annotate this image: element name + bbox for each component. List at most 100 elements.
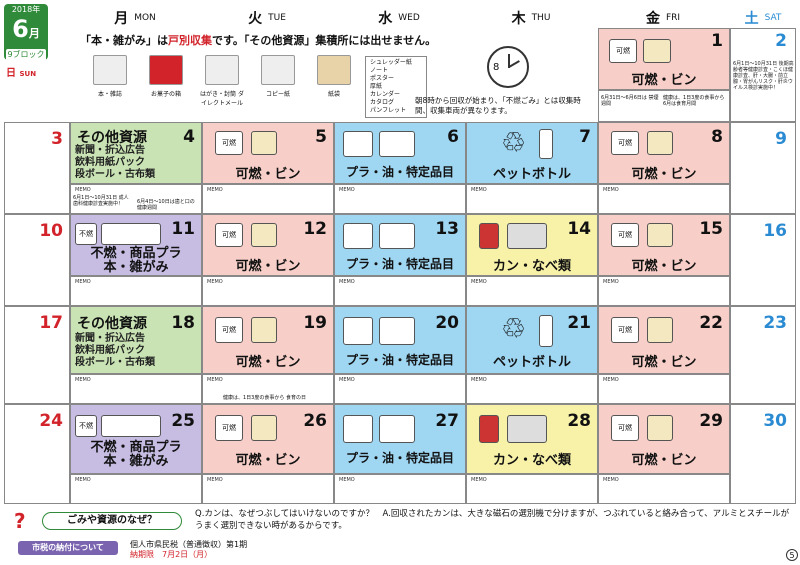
memo-day-12: MEMO — [202, 276, 334, 306]
memo-day-21: MEMO — [466, 374, 598, 404]
burnable-bag-icon: 可燃 — [611, 317, 639, 343]
bottle-icon — [647, 415, 673, 441]
cell-day-15[interactable]: 可燃 15 可燃・ビン — [598, 214, 730, 276]
memo-day-25: MEMO — [70, 474, 202, 504]
paper-items: 本・雑誌 お菓子の箱 はがき・封筒 ダイレクトメール コピー紙 紙袋 — [86, 55, 358, 107]
cell-day-30[interactable]: 30 — [730, 404, 796, 504]
text-label: 6月4日～10日は歯と口の健康週間 — [137, 199, 195, 211]
cell-day-22[interactable]: 可燃 22 可燃・ビン — [598, 306, 730, 374]
text-label: 6 — [12, 15, 29, 43]
text-label: MEMO — [471, 187, 487, 193]
text-label: MEMO — [471, 279, 487, 285]
cell-day-11[interactable]: 不燃 11 不燃・商品プラ 本・雑がみ — [70, 214, 202, 276]
pet-bottle-icon — [539, 315, 553, 347]
paper-icon — [261, 55, 295, 85]
text-label: 可燃・ビン — [235, 167, 301, 182]
text-label: シュレッダー紙 — [370, 59, 412, 66]
text-label: 6 — [447, 127, 459, 147]
burnable-bag-icon: 可燃 — [609, 39, 637, 63]
cell-day-2[interactable]: 2 6月1日～10月31日 後期高齢者等健康診査・こくほ健康診査、肝・大腸・前立… — [730, 28, 796, 122]
recycle-icon: ♲ — [501, 312, 527, 345]
cell-day-1[interactable]: 1 可燃 可燃・ビン — [598, 28, 730, 90]
cell-day-18[interactable]: その他資源 18 新聞・折込広告 飲料用紙パック 段ボール・古布類 — [70, 306, 202, 374]
cell-day-7[interactable]: ♲ 7 ペットボトル — [466, 122, 598, 184]
text-label: 可燃・ビン — [631, 453, 697, 468]
cell-day-4[interactable]: その他資源 4 新聞・折込広告 飲料用紙パック 段ボール・古布類 — [70, 122, 202, 184]
text-label: 24 — [39, 411, 63, 431]
text-label: 飲料用紙パック — [75, 157, 145, 168]
burnable-bag-icon: 可燃 — [611, 415, 639, 441]
text-label: 本・雑誌 — [97, 91, 122, 98]
text-label: 20 — [435, 313, 459, 333]
text-label: ペットボトル — [492, 355, 571, 370]
text-label: TUE — [268, 13, 286, 23]
text-label: 14 — [567, 219, 591, 239]
text-label: 4 — [183, 127, 195, 147]
cell-day-29[interactable]: 可燃 29 可燃・ビン — [598, 404, 730, 474]
text-label: 不燃・商品プラ — [90, 440, 182, 455]
text-label: 21 — [567, 313, 591, 333]
can-icon — [479, 415, 499, 443]
oil-spray-icon — [379, 317, 415, 345]
text-label: THU — [531, 13, 551, 23]
cell-day-27[interactable]: 27 プラ・油・特定品目 — [334, 404, 466, 474]
text-label: 29 — [699, 411, 723, 431]
text-label: 19 — [303, 313, 327, 333]
text-label: 新聞・折込広告 — [75, 333, 145, 344]
text-label: 日 — [6, 68, 16, 79]
text-label: 26 — [303, 411, 327, 431]
text-label: SAT — [764, 13, 782, 23]
text-label: 5 — [315, 127, 327, 147]
text-label: 8 — [711, 127, 723, 147]
cell-day-23[interactable]: 23 — [730, 306, 796, 404]
cell-day-8[interactable]: 可燃 8 可燃・ビン — [598, 122, 730, 184]
text-label: WED — [398, 13, 420, 23]
text-label: 不燃・商品プラ — [90, 246, 182, 261]
cell-day-21[interactable]: ♲ 21 ペットボトル — [466, 306, 598, 374]
text-label: MEMO — [339, 377, 355, 383]
burnable-bag-icon: 可燃 — [215, 223, 243, 247]
text-label: 木 — [511, 11, 526, 27]
cell-day-12[interactable]: 可燃 12 可燃・ビン — [202, 214, 334, 276]
cell-day-9[interactable]: 9 — [730, 122, 796, 214]
cell-day-19[interactable]: 可燃 19 可燃・ビン — [202, 306, 334, 374]
notice-text: 「本・雑がみ」は戸別収集です。「その他資源」集積所には出せません。 — [80, 32, 500, 48]
cell-day-25[interactable]: 不燃 25 不燃・商品プラ 本・雑がみ — [70, 404, 202, 474]
month-badge: 2018年 6月 9ブロック — [4, 4, 48, 61]
memo-day-15: MEMO — [598, 276, 730, 306]
text-label: 28 — [567, 411, 591, 431]
cell-day-3[interactable]: 3 — [4, 122, 70, 214]
page-number: 5 — [786, 549, 798, 561]
memo-day-8: MEMO — [598, 184, 730, 214]
oil-spray-icon — [379, 415, 415, 443]
cell-day-14[interactable]: 14 カン・なべ類 — [466, 214, 598, 276]
text-label: ノート — [370, 67, 389, 74]
clock-icon: 8 — [487, 46, 529, 88]
text-label: 7 — [579, 127, 591, 147]
qa-title: ごみや資源のなぜ？ — [42, 512, 182, 530]
text-label: MEMO — [471, 477, 487, 483]
cell-day-13[interactable]: 13 プラ・油・特定品目 — [334, 214, 466, 276]
text-label: MEMO — [75, 477, 91, 483]
cell-day-5[interactable]: 可燃 5 可燃・ビン — [202, 122, 334, 184]
cell-day-16[interactable]: 16 — [730, 214, 796, 306]
cell-day-6[interactable]: 6 プラ・油・特定品目 — [334, 122, 466, 184]
text-label: 11 — [171, 219, 195, 239]
cell-day-26[interactable]: 可燃 26 可燃・ビン — [202, 404, 334, 474]
cell-day-28[interactable]: 28 カン・なべ類 — [466, 404, 598, 474]
cell-day-17[interactable]: 17 — [4, 306, 70, 404]
text-label: プラ・油・特定品目 — [345, 165, 454, 179]
memo-day-29: MEMO — [598, 474, 730, 504]
block-label: 9ブロック — [6, 49, 46, 61]
cell-day-20[interactable]: 20 プラ・油・特定品目 — [334, 306, 466, 374]
text-label: カン・なべ類 — [492, 259, 571, 274]
text-label: 13 — [435, 219, 459, 239]
cell-day-10[interactable]: 10 — [4, 214, 70, 306]
tax-info-button[interactable]: 市税の納付について — [18, 541, 118, 555]
pet-bottle-icon — [539, 129, 553, 159]
text-label: 9 — [775, 129, 787, 149]
burnable-bag-icon: 可燃 — [215, 317, 243, 343]
plastic-icon — [343, 223, 373, 249]
cell-day-24[interactable]: 24 — [4, 404, 70, 504]
text-label: 25 — [171, 411, 195, 431]
